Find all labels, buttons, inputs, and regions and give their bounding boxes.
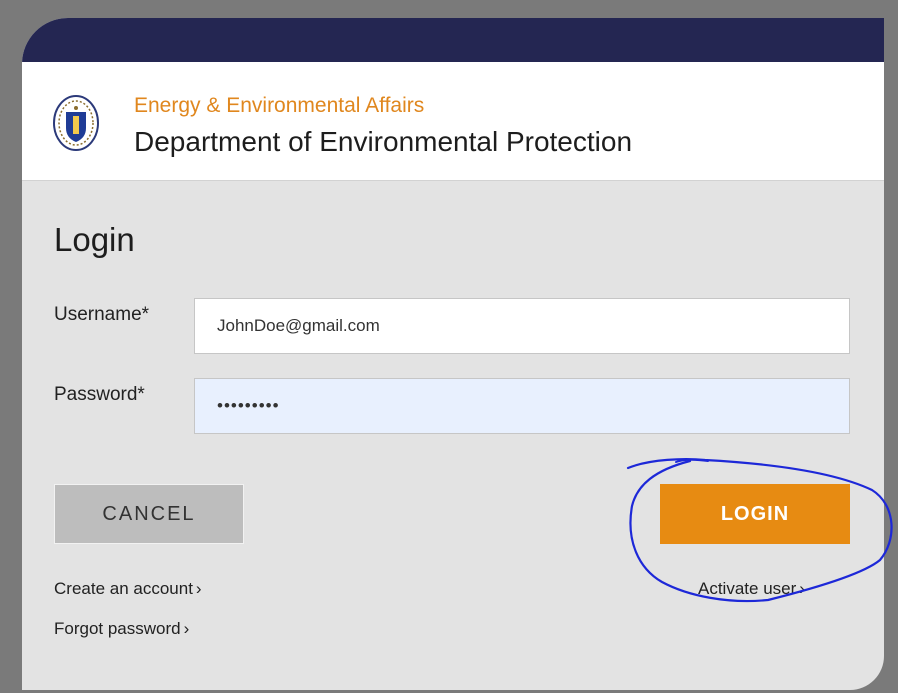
create-account-link[interactable]: Create an account › (54, 579, 202, 599)
activate-user-link[interactable]: Activate user › (698, 579, 805, 599)
chevron-right-icon: › (195, 579, 202, 598)
create-account-label: Create an account (54, 579, 193, 598)
top-bar (22, 18, 884, 62)
username-input[interactable] (194, 298, 850, 354)
cancel-button[interactable]: CANCEL (54, 484, 244, 544)
password-input[interactable] (194, 378, 850, 434)
page-title: Login (54, 221, 135, 258)
site-header: Energy & Environmental Affairs Departmen… (22, 62, 884, 181)
forgot-password-link[interactable]: Forgot password › (54, 619, 189, 639)
agency-name: Energy & Environmental Affairs (134, 94, 425, 117)
username-label: Username* (54, 304, 150, 325)
department-name: Department of Environmental Protection (134, 126, 633, 157)
forgot-password-label: Forgot password (54, 619, 181, 638)
massachusetts-seal-icon (53, 95, 99, 151)
password-label: Password* (54, 384, 145, 405)
chevron-right-icon: › (799, 579, 805, 598)
activate-user-label: Activate user (698, 579, 797, 598)
chevron-right-icon: › (183, 619, 190, 638)
login-panel: Energy & Environmental Affairs Departmen… (22, 18, 884, 690)
login-button[interactable]: LOGIN (660, 484, 850, 544)
